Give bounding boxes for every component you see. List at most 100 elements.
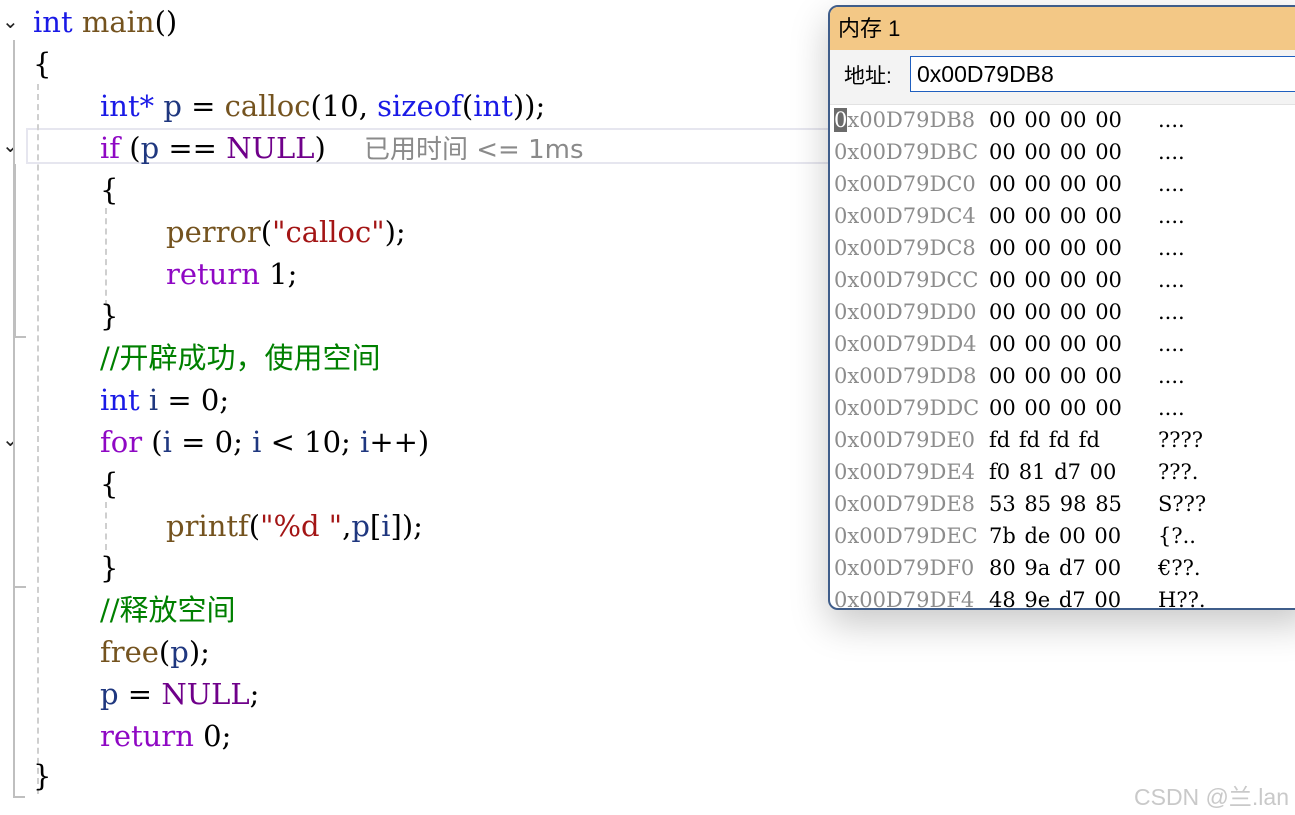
keyword: sizeof <box>377 89 462 123</box>
memory-bytes[interactable]: 00 00 00 00 <box>989 200 1122 232</box>
memory-ascii: {?.. <box>1158 524 1196 548</box>
memory-address: 0x00D79DEC <box>834 524 978 548</box>
memory-bytes[interactable]: 00 00 00 00 <box>989 136 1122 168</box>
memory-bytes[interactable]: 00 00 00 00 <box>989 104 1122 136</box>
memory-address: 0x00D79DD8 <box>834 364 977 388</box>
memory-bytes[interactable]: 00 00 00 00 <box>989 296 1122 328</box>
memory-row[interactable]: 0x00D79DDC 00 00 00 00.... <box>830 392 1295 424</box>
function-name: main <box>81 5 155 39</box>
memory-row[interactable]: 0x00D79DE0 fd fd fd fd???? <box>830 424 1295 456</box>
indent-guide <box>37 84 39 794</box>
memory-bytes[interactable]: 00 00 00 00 <box>989 232 1122 264</box>
chevron-down-icon[interactable]: ⌄ <box>2 10 24 32</box>
memory-ascii: ???. <box>1158 460 1199 484</box>
memory-ascii: ???? <box>1158 428 1204 452</box>
memory-address: 0x00D79DE0 <box>834 428 976 452</box>
memory-row[interactable]: 0x00D79DD0 00 00 00 00.... <box>830 296 1295 328</box>
macro: NULL <box>226 131 315 165</box>
memory-address: 0x00D79DCC <box>834 268 979 292</box>
code-line: return 1; <box>166 257 298 291</box>
code-line: { <box>100 173 119 207</box>
variable: p <box>140 131 160 165</box>
memory-window[interactable]: 内存 1 地址: 0x00D79DB800 00 00 00....0x00D7… <box>828 5 1295 610</box>
memory-window-title[interactable]: 内存 1 <box>830 7 1295 50</box>
keyword: int <box>100 383 140 417</box>
memory-address: 0x00D79DC0 <box>834 172 976 196</box>
memory-bytes[interactable]: 00 00 00 00 <box>989 360 1122 392</box>
outline-tick <box>14 336 26 338</box>
indent-guide <box>105 208 107 306</box>
code-line: int i = 0; <box>100 383 230 417</box>
memory-row[interactable]: 0x00D79DC0 00 00 00 00.... <box>830 168 1295 200</box>
code-line: free(p); <box>100 635 210 669</box>
memory-rows[interactable]: 0x00D79DB8 00 00 00 00.... 0x00D79DBC 00 00… <box>830 104 1295 610</box>
memory-ascii: .... <box>1158 300 1185 324</box>
memory-row[interactable]: 0x00D79DC8 00 00 00 00.... <box>830 232 1295 264</box>
memory-ascii: €??. <box>1158 556 1201 580</box>
number: 0 <box>214 425 234 459</box>
memory-address: 0x00D79DE8 <box>834 492 976 516</box>
memory-bytes[interactable]: fd fd fd fd <box>989 424 1100 456</box>
memory-address: 0x00D79DBC <box>834 140 979 164</box>
keyword: if <box>100 131 121 165</box>
memory-address: 0x00D79DC8 <box>834 236 976 260</box>
comment: //开辟成功，使用空间 <box>100 341 381 375</box>
memory-row[interactable]: 0x00D79DE4 f0 81 d7 00???. <box>830 456 1295 488</box>
memory-bytes[interactable]: f0 81 d7 00 <box>989 456 1116 488</box>
memory-bytes[interactable]: 80 9a d7 00 <box>989 552 1121 584</box>
memory-address: 0x00D79DE4 <box>834 460 976 484</box>
memory-ascii: .... <box>1158 332 1185 356</box>
memory-row[interactable]: 0x00D79DF0 80 9a d7 00 €??. <box>830 552 1295 584</box>
memory-row[interactable]: 0x00D79DB8 00 00 00 00.... <box>830 104 1295 136</box>
memory-ascii: .... <box>1158 236 1185 260</box>
memory-ascii: S??? <box>1158 492 1207 516</box>
memory-bytes[interactable]: 00 00 00 00 <box>989 168 1122 200</box>
address-bar: 地址: <box>830 50 1295 105</box>
function-name: perror <box>166 215 261 249</box>
variable: p <box>351 509 370 543</box>
keyword: int <box>473 89 513 123</box>
memory-address: 0x00D79DD4 <box>834 332 977 356</box>
memory-address: 0x00D79DB8 <box>834 108 976 132</box>
punct: ( <box>154 5 166 39</box>
keyword: int* <box>100 89 155 123</box>
memory-row[interactable]: 0x00D79DE8 53 85 98 85 S??? <box>830 488 1295 520</box>
outline-tick <box>14 586 26 588</box>
code-line: { <box>33 47 52 81</box>
variable: i <box>148 383 159 417</box>
memory-ascii: H??. <box>1158 588 1206 610</box>
number: 10 <box>304 425 342 459</box>
outline-bar-if <box>14 164 16 336</box>
memory-bytes[interactable]: 7b de 00 00 <box>989 520 1121 552</box>
memory-row[interactable]: 0x00D79DD4 00 00 00 00.... <box>830 328 1295 360</box>
indent-guide <box>105 502 107 550</box>
memory-ascii: .... <box>1158 268 1185 292</box>
elapsed-time-hint: 已用时间 <= 1ms <box>364 135 584 165</box>
memory-row[interactable]: 0x00D79DD8 00 00 00 00.... <box>830 360 1295 392</box>
memory-bytes[interactable]: 00 00 00 00 <box>989 392 1122 424</box>
memory-bytes[interactable]: 00 00 00 00 <box>989 264 1122 296</box>
memory-ascii: .... <box>1158 396 1185 420</box>
function-name: free <box>100 635 159 669</box>
string-literal: "%d " <box>260 509 343 543</box>
address-input[interactable] <box>910 56 1295 92</box>
code-line: return 0; <box>100 719 232 753</box>
memory-ascii: .... <box>1158 204 1185 228</box>
memory-ascii: .... <box>1158 108 1185 132</box>
keyword: return <box>166 257 260 291</box>
memory-row[interactable]: 0x00D79DEC 7b de 00 00 {?.. <box>830 520 1295 552</box>
memory-bytes[interactable]: 00 00 00 00 <box>989 328 1122 360</box>
memory-row[interactable]: 0x00D79DBC 00 00 00 00.... <box>830 136 1295 168</box>
code-line: if (p == NULL) <box>100 131 326 165</box>
memory-bytes[interactable]: 48 9e d7 00 <box>989 584 1121 608</box>
memory-bytes[interactable]: 53 85 98 85 <box>989 488 1122 520</box>
memory-row[interactable]: 0x00D79DCC 00 00 00 00.... <box>830 264 1295 296</box>
memory-row[interactable]: 0x00D79DC4 00 00 00 00.... <box>830 200 1295 232</box>
function-name: printf <box>166 509 249 543</box>
memory-row[interactable]: 0x00D79DF4 48 9e d7 00 H??. <box>830 584 1295 610</box>
variable: i <box>381 509 391 543</box>
comment: //释放空间 <box>100 593 236 627</box>
variable: i <box>360 425 370 459</box>
code-line: p = NULL; <box>100 677 260 711</box>
keyword: int <box>33 5 73 39</box>
